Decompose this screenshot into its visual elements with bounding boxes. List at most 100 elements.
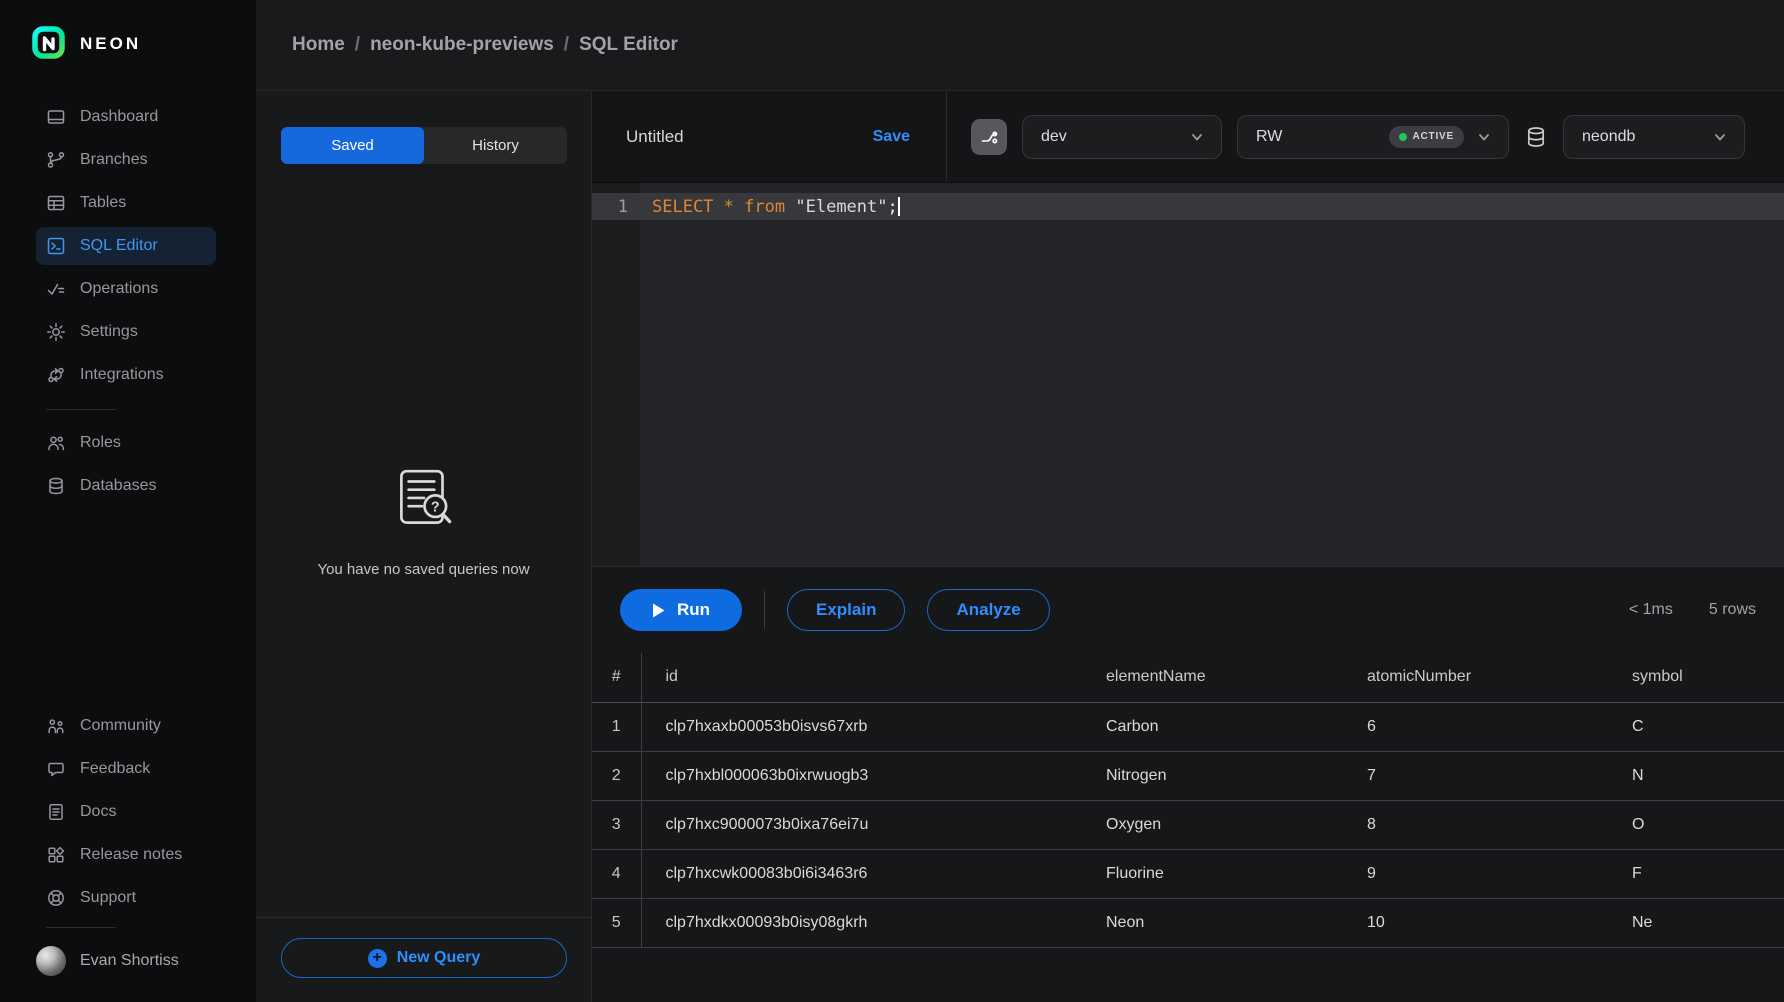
breadcrumb-separator: / bbox=[564, 34, 569, 56]
sidebar-item-label: Integrations bbox=[80, 366, 164, 384]
sidebar-item-sql-editor[interactable]: SQL Editor bbox=[36, 227, 216, 265]
new-query-button[interactable]: + New Query bbox=[281, 938, 567, 978]
breadcrumb-home[interactable]: Home bbox=[292, 34, 345, 56]
branch-select[interactable]: dev bbox=[1022, 115, 1222, 159]
release-notes-icon bbox=[46, 845, 66, 865]
query-stats: < 1ms 5 rows bbox=[1629, 601, 1756, 619]
run-button[interactable]: Run bbox=[620, 589, 742, 631]
chevron-down-icon bbox=[1474, 127, 1494, 147]
tab-saved[interactable]: Saved bbox=[281, 127, 424, 164]
column-header-symbol: symbol bbox=[1608, 653, 1784, 702]
cell-symbol: C bbox=[1608, 702, 1784, 751]
branch-select-value: dev bbox=[1041, 128, 1067, 146]
brand-wordmark: NEON bbox=[80, 34, 141, 54]
sidebar-item-branches[interactable]: Branches bbox=[36, 141, 216, 179]
breadcrumb: Home / neon-kube-previews / SQL Editor bbox=[292, 34, 678, 56]
sidebar-nav-primary: Dashboard Branches Tables SQL Editor Ope… bbox=[0, 98, 256, 510]
breadcrumb-page[interactable]: SQL Editor bbox=[579, 34, 678, 56]
cell-row-number: 5 bbox=[592, 898, 641, 947]
saved-queries-panel: Saved History ? You have bbox=[256, 91, 592, 1002]
analyze-button[interactable]: Analyze bbox=[927, 589, 1049, 631]
sidebar-item-support[interactable]: Support bbox=[36, 879, 216, 917]
sidebar-item-dashboard[interactable]: Dashboard bbox=[36, 98, 216, 136]
sidebar-item-label: SQL Editor bbox=[80, 237, 158, 255]
sidebar-item-settings[interactable]: Settings bbox=[36, 313, 216, 351]
table-row: 2clp7hxbl000063b0ixrwuogb3Nitrogen7N bbox=[592, 751, 1784, 800]
topbar: Home / neon-kube-previews / SQL Editor bbox=[256, 0, 1784, 91]
sidebar-item-tables[interactable]: Tables bbox=[36, 184, 216, 222]
sidebar: NEON Dashboard Branches Tables SQL Edito… bbox=[0, 0, 256, 1002]
code-editor[interactable]: 1 SELECT * from "Element"; bbox=[592, 182, 1784, 566]
cell-symbol: F bbox=[1608, 849, 1784, 898]
query-row-count: 5 rows bbox=[1709, 601, 1756, 619]
cell-element-name: Carbon bbox=[1082, 702, 1343, 751]
table-row: 3clp7hxc9000073b0ixa76ei7uOxygen8O bbox=[592, 800, 1784, 849]
sidebar-item-operations[interactable]: Operations bbox=[36, 270, 216, 308]
sidebar-item-label: Roles bbox=[80, 434, 121, 452]
sidebar-item-label: Release notes bbox=[80, 846, 182, 864]
query-title-section: Untitled Save bbox=[592, 91, 947, 182]
cell-symbol: Ne bbox=[1608, 898, 1784, 947]
actions-divider bbox=[764, 591, 765, 629]
text-cursor bbox=[898, 197, 900, 216]
empty-state-text: You have no saved queries now bbox=[317, 561, 529, 578]
table-row: 1clp7hxaxb00053b0isvs67xrbCarbon6C bbox=[592, 702, 1784, 751]
sidebar-item-label: Databases bbox=[80, 477, 157, 495]
sidebar-item-databases[interactable]: Databases bbox=[36, 467, 216, 505]
cell-element-name: Neon bbox=[1082, 898, 1343, 947]
database-select[interactable]: neondb bbox=[1563, 115, 1745, 159]
line-number: 1 bbox=[592, 197, 640, 217]
sidebar-nav-bottom: Community Feedback Docs Release notes Su… bbox=[0, 707, 256, 1002]
cell-element-name: Fluorine bbox=[1082, 849, 1343, 898]
sql-string: "Element" bbox=[795, 197, 887, 217]
feedback-icon bbox=[46, 759, 66, 779]
sidebar-divider bbox=[46, 409, 116, 410]
compute-endpoint-select[interactable]: RW ACTIVE bbox=[1237, 115, 1509, 159]
run-label: Run bbox=[677, 600, 710, 620]
sidebar-item-label: Feedback bbox=[80, 760, 150, 778]
cell-atomic-number: 8 bbox=[1343, 800, 1608, 849]
sidebar-item-feedback[interactable]: Feedback bbox=[36, 750, 216, 788]
query-actions-bar: Run Explain Analyze < 1ms 5 rows bbox=[592, 566, 1784, 653]
sidebar-item-docs[interactable]: Docs bbox=[36, 793, 216, 831]
branches-icon bbox=[46, 150, 66, 170]
sidebar-item-community[interactable]: Community bbox=[36, 707, 216, 745]
integrations-icon bbox=[46, 365, 66, 385]
neon-console: NEON Dashboard Branches Tables SQL Edito… bbox=[0, 0, 1784, 1002]
table-row: 4clp7hxcwk00083b0i6i3463r6Fluorine9F bbox=[592, 849, 1784, 898]
cell-atomic-number: 6 bbox=[1343, 702, 1608, 751]
neon-logo[interactable]: NEON bbox=[0, 26, 256, 62]
chevron-down-icon bbox=[1187, 127, 1207, 147]
cell-atomic-number: 10 bbox=[1343, 898, 1608, 947]
save-button[interactable]: Save bbox=[873, 128, 910, 146]
neon-logo-icon bbox=[32, 26, 68, 62]
editor-toolbar: Untitled Save dev RW bbox=[592, 91, 1784, 182]
avatar bbox=[36, 946, 66, 976]
code-line-1: 1 SELECT * from "Element"; bbox=[592, 193, 900, 220]
sidebar-item-integrations[interactable]: Integrations bbox=[36, 356, 216, 394]
status-badge: ACTIVE bbox=[1389, 126, 1464, 148]
sidebar-item-roles[interactable]: Roles bbox=[36, 424, 216, 462]
column-header-atomicnumber: atomicNumber bbox=[1343, 653, 1608, 702]
cell-symbol: O bbox=[1608, 800, 1784, 849]
explain-button[interactable]: Explain bbox=[787, 589, 905, 631]
user-menu[interactable]: Evan Shortiss bbox=[0, 942, 256, 980]
cell-id: clp7hxbl000063b0ixrwuogb3 bbox=[641, 751, 1082, 800]
saved-queries-empty-state: ? You have no saved queries now bbox=[256, 164, 591, 917]
query-title[interactable]: Untitled bbox=[626, 127, 684, 147]
connection-selectors: dev RW ACTIVE bbox=[947, 91, 1784, 182]
breadcrumb-project[interactable]: neon-kube-previews bbox=[370, 34, 554, 56]
roles-icon bbox=[46, 433, 66, 453]
cell-row-number: 2 bbox=[592, 751, 641, 800]
sidebar-item-label: Docs bbox=[80, 803, 116, 821]
document-search-icon: ? bbox=[387, 463, 461, 537]
cell-id: clp7hxcwk00083b0i6i3463r6 bbox=[641, 849, 1082, 898]
breadcrumb-separator: / bbox=[355, 34, 360, 56]
user-name: Evan Shortiss bbox=[80, 952, 179, 970]
operations-icon bbox=[46, 279, 66, 299]
cell-row-number: 3 bbox=[592, 800, 641, 849]
tab-history[interactable]: History bbox=[424, 127, 567, 164]
cell-element-name: Nitrogen bbox=[1082, 751, 1343, 800]
new-query-label: New Query bbox=[397, 949, 481, 967]
sidebar-item-release-notes[interactable]: Release notes bbox=[36, 836, 216, 874]
